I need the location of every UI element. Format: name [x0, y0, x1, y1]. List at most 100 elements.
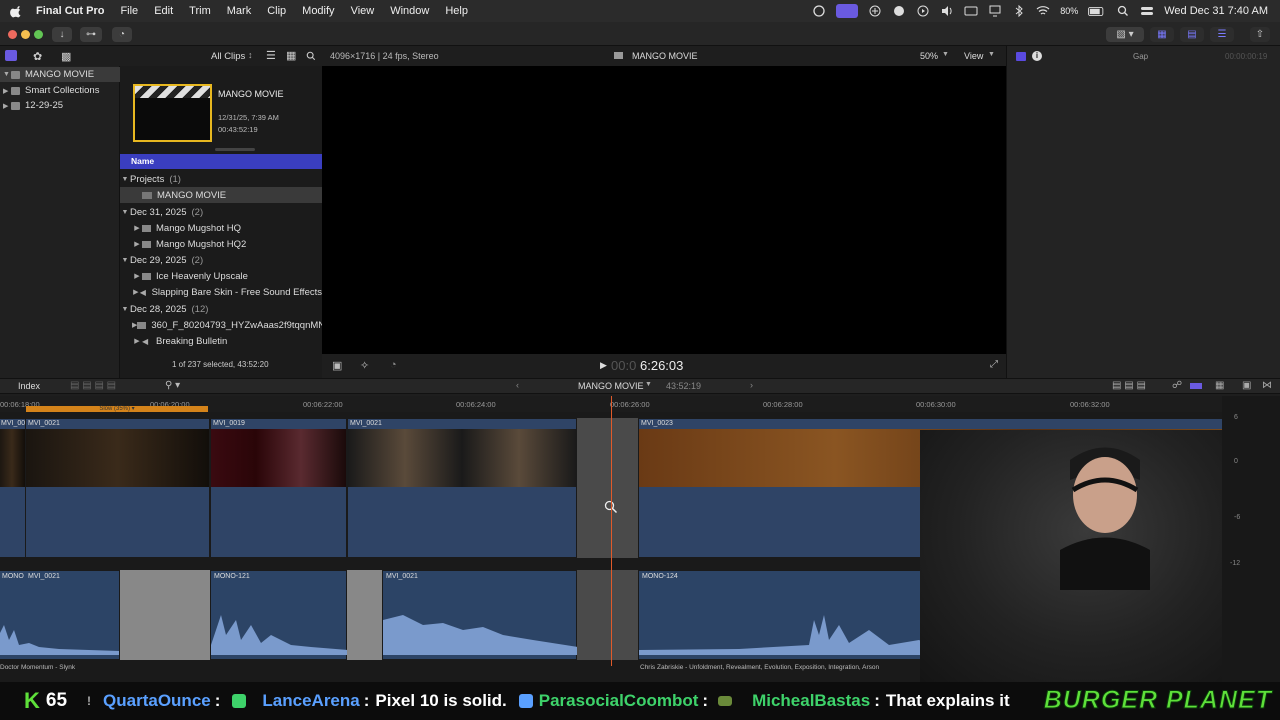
- list-view-icon[interactable]: ☰: [266, 49, 276, 62]
- menu-modify[interactable]: Modify: [302, 5, 334, 17]
- apple-icon[interactable]: [10, 4, 24, 18]
- list-item[interactable]: MANGO MOVIE: [120, 187, 322, 203]
- show-inspector-toggle[interactable]: ☰: [1210, 27, 1234, 42]
- info-inspector-icon[interactable]: i: [1032, 51, 1042, 61]
- keywords-button[interactable]: ⊶: [80, 27, 102, 42]
- zoom-window-button[interactable]: [34, 30, 43, 39]
- grid-icon[interactable]: [868, 5, 882, 17]
- list-item[interactable]: ▶ ◀ Breaking Bulletin: [120, 333, 322, 349]
- view-menu[interactable]: View: [964, 51, 983, 61]
- clock[interactable]: Wed Dec 31 7:40 AM: [1164, 5, 1268, 17]
- history-forward-icon[interactable]: ›: [750, 380, 753, 390]
- menu-file[interactable]: File: [120, 5, 138, 17]
- workspace-button[interactable]: ▧ ▾: [1106, 27, 1144, 42]
- project-thumbnail[interactable]: [133, 84, 212, 142]
- column-header-name[interactable]: Name: [120, 154, 322, 169]
- gap-clip[interactable]: [577, 570, 638, 660]
- play-circle-icon[interactable]: [916, 5, 930, 17]
- group-dec-29[interactable]: ▼ Dec 29, 2025 (2): [120, 252, 322, 268]
- list-item[interactable]: ▶ 360_F_80204793_HYZwAaas2f9tqqnMN: [120, 317, 322, 333]
- index-button[interactable]: Index: [18, 381, 40, 391]
- group-dec-28[interactable]: ▼ Dec 28, 2025 (12): [120, 301, 322, 317]
- zoom-dropdown[interactable]: 50%: [920, 51, 938, 61]
- menu-window[interactable]: Window: [390, 5, 429, 17]
- menu-edit[interactable]: Edit: [154, 5, 173, 17]
- fullscreen-icon[interactable]: ⤢: [990, 359, 998, 370]
- transform-tool-icon[interactable]: ▣: [332, 359, 342, 372]
- show-browser-toggle[interactable]: ▦: [1150, 27, 1174, 42]
- display-icon[interactable]: [964, 5, 978, 17]
- close-window-button[interactable]: [8, 30, 17, 39]
- timecode-display[interactable]: 6:26:03: [640, 358, 683, 373]
- transition-clip[interactable]: [120, 570, 210, 660]
- menu-trim[interactable]: Trim: [189, 5, 211, 17]
- battery-percent[interactable]: 80%: [1060, 6, 1078, 16]
- filter-chevron-icon[interactable]: ↕: [248, 50, 253, 60]
- wifi-icon[interactable]: [1036, 5, 1050, 17]
- viewer-canvas[interactable]: [322, 66, 1006, 354]
- history-back-icon[interactable]: ‹: [516, 380, 519, 390]
- gap-clip[interactable]: [577, 418, 638, 558]
- disclosure-triangle-icon[interactable]: ▶: [3, 102, 11, 110]
- transitions-browser-icon[interactable]: ⋈: [1262, 380, 1272, 391]
- audio-clip[interactable]: MONO-121: [210, 570, 348, 660]
- clip-appearance-icon[interactable]: ▦: [286, 49, 296, 62]
- transition-clip[interactable]: [347, 570, 382, 660]
- background-tasks-button[interactable]: ◔: [112, 27, 132, 42]
- video-clip[interactable]: MVI_0019: [210, 418, 347, 558]
- monitor-icon[interactable]: [988, 5, 1002, 17]
- play-button[interactable]: ▶: [600, 360, 607, 371]
- creative-cloud-icon[interactable]: [812, 5, 826, 17]
- sidebar-item-smart-collections[interactable]: ▶ Smart Collections: [0, 83, 120, 98]
- control-center-icon[interactable]: [1140, 5, 1154, 17]
- video-clip[interactable]: MVI_0021: [25, 418, 210, 558]
- import-button[interactable]: ↓: [52, 27, 72, 42]
- group-dec-31[interactable]: ▼ Dec 31, 2025 (2): [120, 204, 322, 220]
- menu-view[interactable]: View: [351, 5, 375, 17]
- menu-help[interactable]: Help: [445, 5, 468, 17]
- video-inspector-icon[interactable]: [1016, 52, 1026, 61]
- libraries-icon[interactable]: [5, 50, 17, 61]
- volume-icon[interactable]: [940, 5, 954, 17]
- list-item[interactable]: ▶ Ice Heavenly Upscale: [120, 268, 322, 284]
- thumb-scrollbar[interactable]: [215, 148, 255, 151]
- skimming-toggle[interactable]: [1190, 383, 1202, 389]
- list-item[interactable]: ▶ Mango Mugshot HQ2: [120, 236, 322, 252]
- titles-generators-icon[interactable]: ▩: [61, 50, 71, 63]
- enhance-tool-icon[interactable]: ✧: [360, 359, 369, 372]
- timeline-options-icons[interactable]: ▤ ▤ ▤: [1112, 380, 1146, 391]
- menu-clip[interactable]: Clip: [267, 5, 286, 17]
- show-timeline-toggle[interactable]: ▤: [1180, 27, 1204, 42]
- share-button[interactable]: ⇧: [1250, 27, 1270, 42]
- video-clip[interactable]: MVI_0021: [0, 418, 33, 558]
- playhead[interactable]: [611, 396, 612, 666]
- sidebar-item-event[interactable]: ▶ 12-29-25: [0, 98, 120, 113]
- select-tool-dropdown[interactable]: ⚲ ▾: [165, 380, 180, 391]
- speed-tool-icon[interactable]: ◔: [390, 359, 397, 371]
- edit-tools-icon[interactable]: ▤ ▤ ▤ ▤: [70, 380, 116, 391]
- disclosure-triangle-icon[interactable]: ▶: [3, 87, 11, 95]
- sidebar-item-mango-movie[interactable]: ▼ MANGO MOVIE: [0, 67, 120, 82]
- disclosure-triangle-icon[interactable]: ▼: [3, 71, 11, 78]
- headphones-icon[interactable]: ☍: [1172, 380, 1182, 391]
- app-menu[interactable]: Final Cut Pro: [36, 5, 104, 17]
- clip-appearance-icon[interactable]: ▦: [1215, 380, 1224, 391]
- list-item[interactable]: ▶ Mango Mugshot HQ: [120, 220, 322, 236]
- record-icon[interactable]: [892, 5, 906, 17]
- clips-filter-dropdown[interactable]: All Clips: [211, 51, 245, 62]
- audio-clip[interactable]: MVI_0021: [382, 570, 578, 660]
- bluetooth-icon[interactable]: [1012, 5, 1026, 17]
- effects-browser-icon[interactable]: ▣: [1242, 380, 1251, 391]
- battery-icon[interactable]: [1088, 6, 1106, 16]
- group-projects[interactable]: ▼ Projects (1): [120, 171, 322, 187]
- minimize-window-button[interactable]: [21, 30, 30, 39]
- menu-mark[interactable]: Mark: [227, 5, 251, 17]
- video-clip[interactable]: MVI_0021: [347, 418, 577, 558]
- screen-share-icon[interactable]: [836, 4, 859, 18]
- browser-search-icon[interactable]: [306, 51, 316, 61]
- timeline-project-name[interactable]: MANGO MOVIE: [578, 381, 644, 391]
- search-icon[interactable]: [1116, 5, 1130, 17]
- photos-audio-icon[interactable]: ✿: [33, 50, 42, 63]
- audio-clip[interactable]: MONO: [0, 570, 120, 660]
- list-item[interactable]: ▶ ◀ Slapping Bare Skin - Free Sound Effect…: [120, 284, 322, 300]
